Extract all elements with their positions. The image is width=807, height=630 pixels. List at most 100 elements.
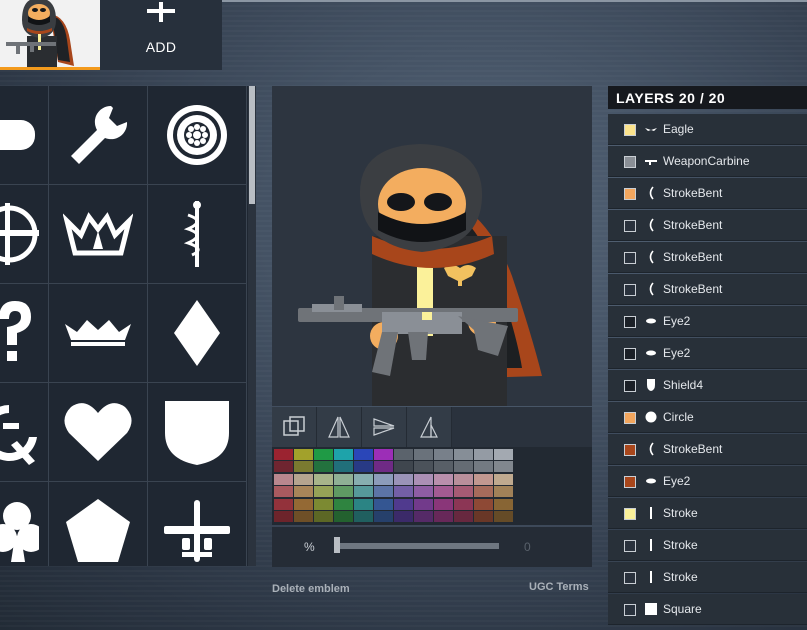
shape-crown-low[interactable] [49, 284, 148, 383]
color-swatch[interactable] [414, 498, 433, 510]
color-swatch[interactable] [374, 486, 393, 498]
color-swatch[interactable] [294, 498, 313, 510]
color-swatch[interactable] [374, 498, 393, 510]
shape-pentagon[interactable] [49, 482, 148, 566]
color-swatch[interactable] [494, 511, 513, 522]
color-swatch[interactable] [414, 511, 433, 522]
color-swatch[interactable] [294, 461, 313, 473]
shape-library-scrollbar[interactable] [248, 86, 256, 566]
layer-row[interactable]: StrokeBent [608, 210, 807, 241]
color-swatch[interactable] [314, 511, 333, 522]
shape-hammer-sickle[interactable] [0, 383, 49, 482]
color-swatch[interactable] [374, 461, 393, 473]
layer-row[interactable]: Stroke [608, 562, 807, 593]
color-swatch[interactable] [274, 498, 293, 510]
color-swatch[interactable] [354, 498, 373, 510]
color-swatch[interactable] [474, 486, 493, 498]
current-emblem-tab[interactable] [0, 0, 100, 70]
layer-row[interactable]: Shield4 [608, 370, 807, 401]
shape-diamond[interactable] [148, 284, 247, 383]
shape-heart[interactable] [49, 383, 148, 482]
color-swatch[interactable] [274, 473, 293, 485]
layer-row[interactable]: StrokeBent [608, 434, 807, 465]
color-swatch[interactable] [314, 461, 333, 473]
color-swatch[interactable] [334, 461, 353, 473]
color-swatch[interactable] [474, 511, 493, 522]
color-swatch[interactable] [334, 511, 353, 522]
add-layer-tab[interactable]: ADD [100, 0, 222, 70]
color-swatch[interactable] [394, 473, 413, 485]
color-swatch[interactable] [314, 498, 333, 510]
color-swatch[interactable] [294, 449, 313, 460]
shape-crosshair[interactable] [0, 185, 49, 284]
color-swatch[interactable] [354, 473, 373, 485]
layer-row[interactable]: StrokeBent [608, 178, 807, 209]
color-swatch[interactable] [414, 486, 433, 498]
color-swatch[interactable] [334, 486, 353, 498]
color-swatch[interactable] [314, 449, 333, 460]
layer-row[interactable]: Square [608, 594, 807, 625]
color-swatch[interactable] [454, 498, 473, 510]
emblem-canvas[interactable] [272, 86, 592, 406]
color-swatch[interactable] [434, 511, 453, 522]
color-swatch[interactable] [434, 473, 453, 485]
layer-row[interactable]: Stroke [608, 498, 807, 529]
color-swatch[interactable] [494, 473, 513, 485]
color-swatch[interactable] [494, 449, 513, 460]
shape-crown[interactable] [49, 185, 148, 284]
shape-caduceus[interactable] [148, 185, 247, 284]
ugc-terms-link[interactable]: UGC Terms [529, 581, 589, 593]
color-swatch[interactable] [414, 461, 433, 473]
color-swatch[interactable] [414, 449, 433, 460]
opacity-slider-thumb[interactable] [334, 537, 340, 553]
color-swatch[interactable] [394, 498, 413, 510]
color-swatch[interactable] [494, 498, 513, 510]
color-swatch[interactable] [434, 461, 453, 473]
color-swatch[interactable] [314, 473, 333, 485]
layer-row[interactable]: Eye2 [608, 338, 807, 369]
layer-row[interactable]: StrokeBent [608, 242, 807, 273]
color-swatch[interactable] [274, 461, 293, 473]
layer-order-button[interactable] [272, 407, 317, 447]
layer-row[interactable]: WeaponCarbine [608, 146, 807, 177]
color-swatch[interactable] [394, 511, 413, 522]
color-swatch[interactable] [414, 473, 433, 485]
scrollbar-thumb[interactable] [249, 86, 255, 204]
flip-vertical-button[interactable] [362, 407, 407, 447]
color-swatch[interactable] [454, 473, 473, 485]
color-swatch[interactable] [294, 511, 313, 522]
layer-row[interactable]: Eagle [608, 114, 807, 145]
color-swatch[interactable] [374, 473, 393, 485]
color-swatch[interactable] [354, 511, 373, 522]
delete-emblem-link[interactable]: Delete emblem [272, 583, 350, 595]
color-swatch[interactable] [494, 486, 513, 498]
flip-horizontal-button[interactable] [317, 407, 362, 447]
color-swatch[interactable] [354, 461, 373, 473]
shape-question-mark[interactable] [0, 284, 49, 383]
color-swatch[interactable] [454, 461, 473, 473]
color-swatch[interactable] [294, 473, 313, 485]
shape-club[interactable] [0, 482, 49, 566]
color-swatch[interactable] [294, 486, 313, 498]
color-swatch[interactable] [374, 449, 393, 460]
color-swatch[interactable] [334, 498, 353, 510]
shape-rounded-rect[interactable] [0, 86, 49, 185]
shape-shield[interactable] [148, 383, 247, 482]
color-swatch[interactable] [394, 449, 413, 460]
color-swatch[interactable] [434, 449, 453, 460]
shape-gear-wheel[interactable] [148, 86, 247, 185]
color-swatch[interactable] [274, 511, 293, 522]
layer-row[interactable]: Eye2 [608, 466, 807, 497]
layer-row[interactable]: StrokeBent [608, 274, 807, 305]
color-swatch[interactable] [314, 486, 333, 498]
color-swatch[interactable] [354, 449, 373, 460]
color-swatch[interactable] [434, 498, 453, 510]
color-swatch[interactable] [354, 486, 373, 498]
color-swatch[interactable] [494, 461, 513, 473]
color-swatch[interactable] [274, 449, 293, 460]
layer-row[interactable]: Stroke [608, 530, 807, 561]
color-swatch[interactable] [334, 473, 353, 485]
opacity-slider[interactable] [337, 543, 499, 549]
color-swatch[interactable] [454, 486, 473, 498]
color-swatch[interactable] [454, 511, 473, 522]
